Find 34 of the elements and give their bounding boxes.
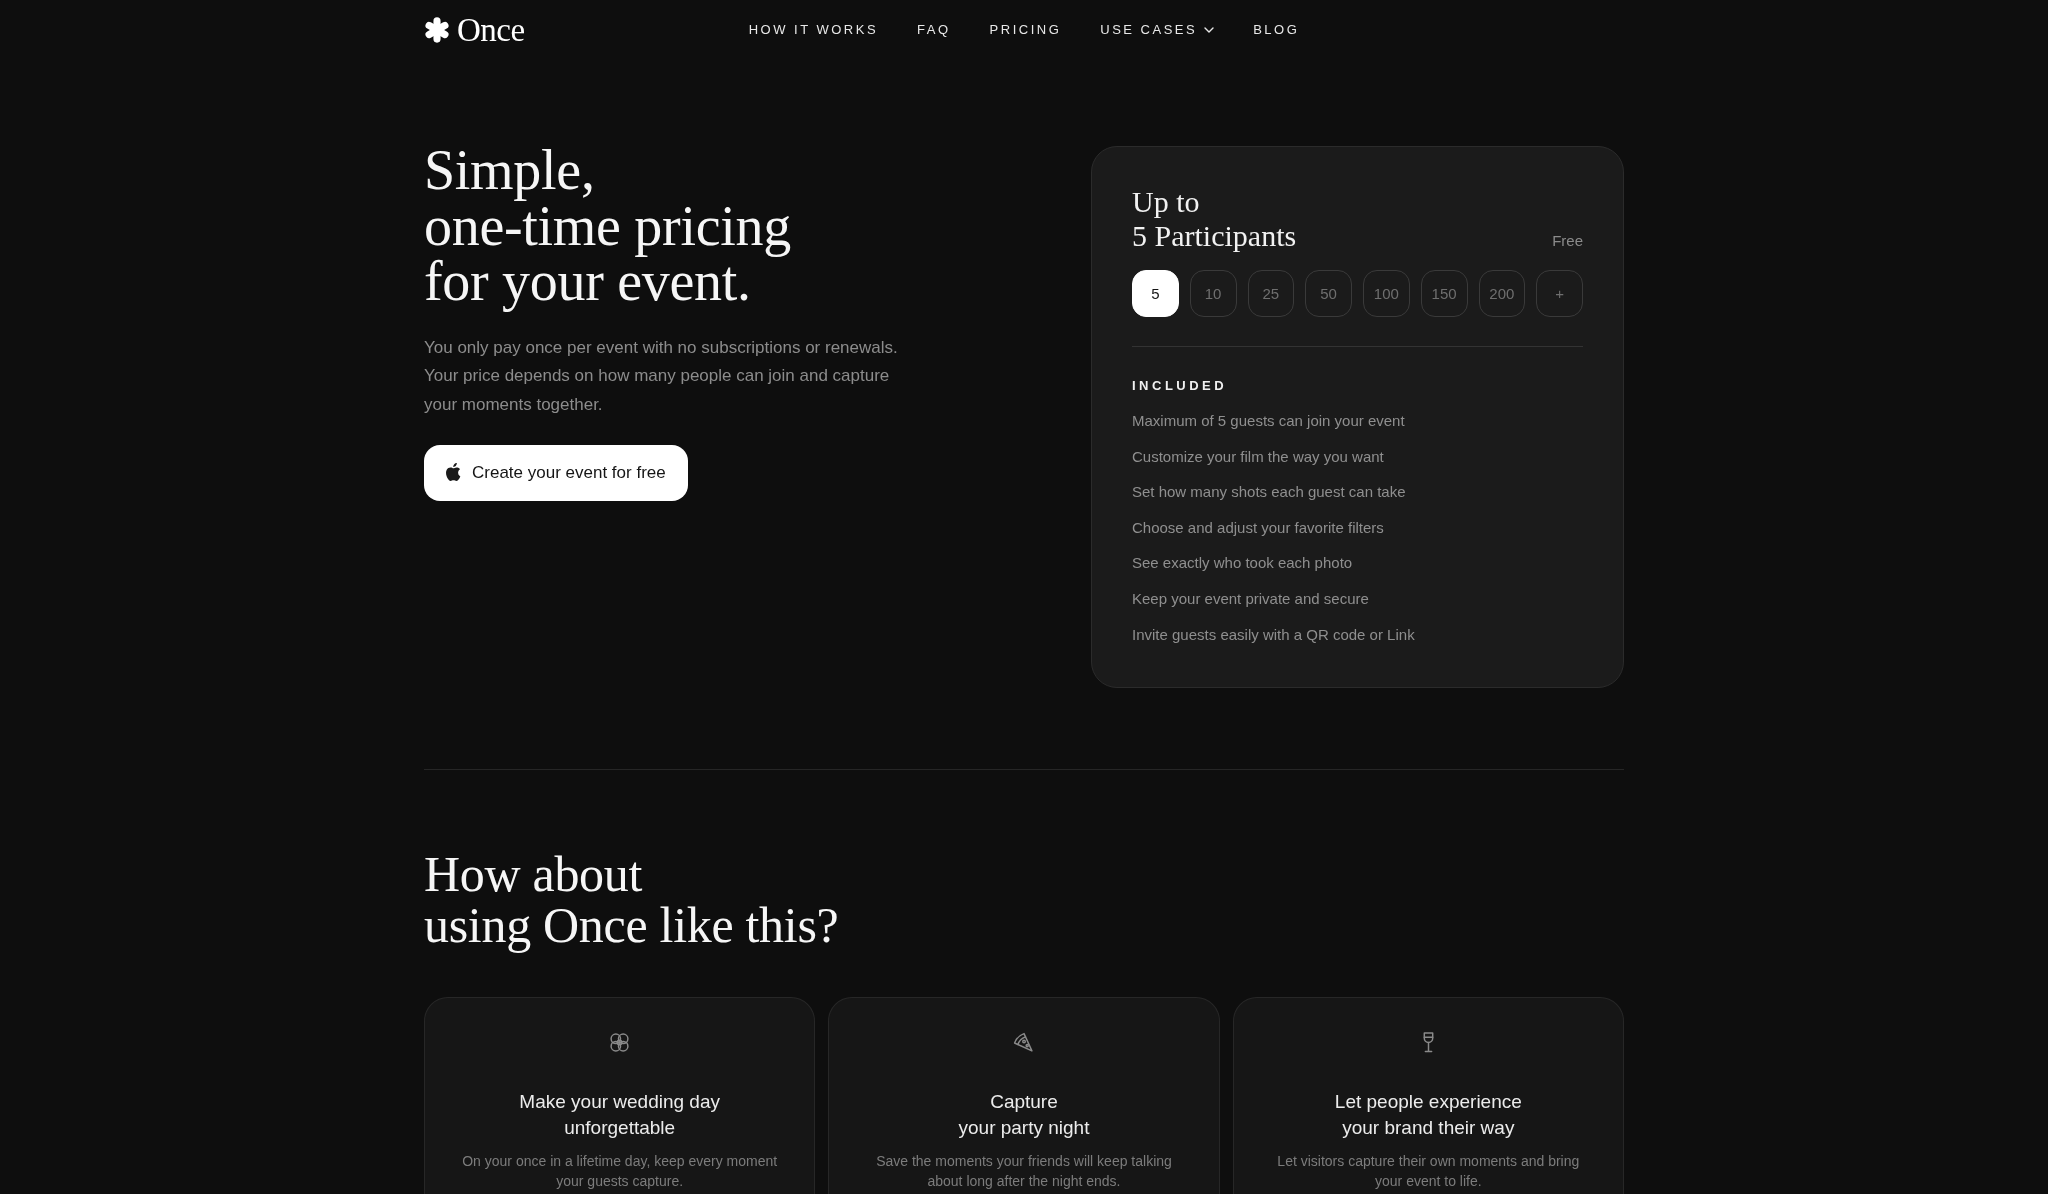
included-feature: Set how many shots each guest can take (1132, 482, 1407, 503)
nav-link[interactable]: USE CASES (1100, 21, 1215, 39)
included-heading: INCLUDED (1132, 377, 1229, 395)
participant-option[interactable]: 10 (1189, 270, 1237, 317)
caret-icon (1204, 27, 1215, 33)
card-description: Save the moments your friends will keep talking about long after the night ends. (876, 1151, 1172, 1191)
pizza-slice-icon (1013, 1031, 1035, 1053)
plan-price: Free (1552, 231, 1583, 251)
nav-link[interactable]: BLOG (1253, 21, 1300, 39)
participant-option[interactable]: 5 (1132, 270, 1179, 317)
asterisk-icon (424, 17, 450, 43)
included-feature: Keep your event private and secure (1132, 588, 1370, 609)
hero-description: You only pay once per event with no subscriptions or renewals. Your price depends on how many people can join and capture your moments together. (424, 336, 898, 416)
card-title: Make your wedding day unforgettable (519, 1089, 720, 1140)
included-feature: Customize your film the way you want (1132, 446, 1385, 467)
plan-title: Up to 5 Participants (1132, 185, 1297, 253)
nav-link[interactable]: HOW IT WORKS (748, 21, 879, 39)
card-title: Capture your party night (958, 1089, 1090, 1140)
nav-link[interactable]: FAQ (917, 21, 951, 39)
included-feature: Invite guests easily with a QR code or Link (1132, 624, 1416, 645)
participant-option[interactable]: 200 (1478, 270, 1526, 317)
card-description: Let visitors capture their own moments and bring your event to life. (1277, 1151, 1580, 1191)
card-description: On your once in a lifetime day, keep every moment your guests capture. (462, 1151, 778, 1191)
section-heading: How about using Once like this? (424, 848, 840, 951)
logo-link[interactable]: Once (424, 12, 525, 48)
create-event-button[interactable]: Create your event for free (424, 444, 688, 501)
included-feature: Choose and adjust your favorite filters (1132, 517, 1385, 538)
card-title: Let people experience your brand their way (1334, 1089, 1522, 1140)
hero-heading: Simple, one-time pricing for your event. (424, 143, 791, 310)
nav-link[interactable]: PRICING (989, 21, 1062, 39)
included-feature: See exactly who took each photo (1132, 553, 1354, 574)
apple-icon (446, 463, 462, 483)
flower-icon (609, 1031, 631, 1053)
included-feature: Maximum of 5 guests can join your event (1132, 411, 1406, 431)
